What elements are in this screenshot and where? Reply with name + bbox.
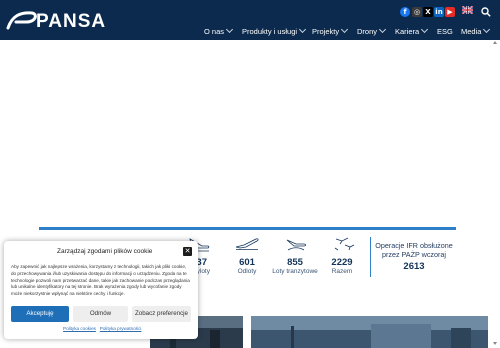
nav-item-media[interactable]: Media (461, 25, 491, 36)
ifr-operations-label: Operacje IFR obsłużone przez PAŻP wczora… (375, 241, 453, 259)
chevron-down-icon (421, 25, 429, 34)
stat-departures-number: 601 (239, 257, 255, 268)
stat-transit-number: 855 (287, 257, 303, 268)
accept-cookies-button[interactable]: Akceptuję (11, 306, 69, 322)
pansa-logo[interactable]: PANSA (6, 8, 118, 32)
cookie-title: Zarządzaj zgodami plików cookie (57, 248, 153, 255)
facebook-icon[interactable]: f (400, 7, 410, 17)
nav-label: Kariera (395, 27, 420, 36)
youtube-icon[interactable]: ▶ (445, 7, 455, 17)
stats-accent-bar (39, 227, 456, 230)
search-icon[interactable] (481, 7, 491, 17)
stat-total-label: Razem (331, 268, 353, 275)
nav-item-o-nas[interactable]: O nas (204, 25, 234, 36)
nav-item-projekty[interactable]: Projekty (312, 25, 349, 36)
nav-label: Media (461, 27, 482, 36)
chevron-down-icon (483, 25, 491, 34)
cookie-preferences-button[interactable]: Zobacz preferencje (132, 306, 191, 322)
nav-item-produkty[interactable]: Produkty i usługi (242, 25, 307, 36)
nav-item-kariera[interactable]: Kariera (395, 25, 429, 36)
cookie-policy-link[interactable]: Polityka cookies (63, 326, 96, 331)
news-photo-2[interactable] (251, 316, 488, 348)
nav-label: Drony (357, 27, 378, 36)
svg-text:PANSA: PANSA (36, 11, 106, 32)
instagram-icon[interactable]: ◎ (412, 7, 422, 17)
plane-departure-icon (235, 238, 259, 250)
ifr-operations-number: 2613 (403, 261, 425, 272)
nav-item-esg[interactable]: ESG (437, 27, 453, 36)
scroll-down-arrow-icon[interactable] (493, 341, 497, 346)
plane-transit-icon (286, 239, 306, 251)
cookie-description: Aby zapewnić jak najlepsze wrażenia, kor… (11, 264, 190, 297)
scroll-up-arrow-icon[interactable] (493, 40, 497, 45)
close-icon[interactable]: ✕ (183, 247, 192, 256)
reject-cookies-button[interactable]: Odmów (73, 306, 128, 322)
x-icon[interactable]: X (423, 7, 433, 17)
cookie-links: Polityka cookies Polityka prywatności (63, 326, 141, 331)
planes-total-icon (334, 237, 355, 251)
chevron-down-icon (341, 25, 349, 34)
linkedin-icon[interactable]: in (434, 7, 444, 17)
stats-divider (370, 237, 371, 277)
stat-total-number: 2229 (331, 257, 353, 268)
chevron-down-icon (378, 25, 387, 34)
chevron-down-icon (225, 25, 234, 34)
nav-label: ESG (437, 27, 453, 36)
chevron-down-icon (298, 25, 307, 34)
nav-label: Produkty i usługi (242, 27, 298, 36)
uk-flag-icon[interactable] (462, 6, 473, 14)
privacy-policy-link[interactable]: Polityka prywatności (100, 326, 142, 331)
nav-label: Projekty (312, 27, 340, 36)
nav-label: O nas (204, 27, 225, 36)
nav-item-drony[interactable]: Drony (357, 25, 387, 36)
